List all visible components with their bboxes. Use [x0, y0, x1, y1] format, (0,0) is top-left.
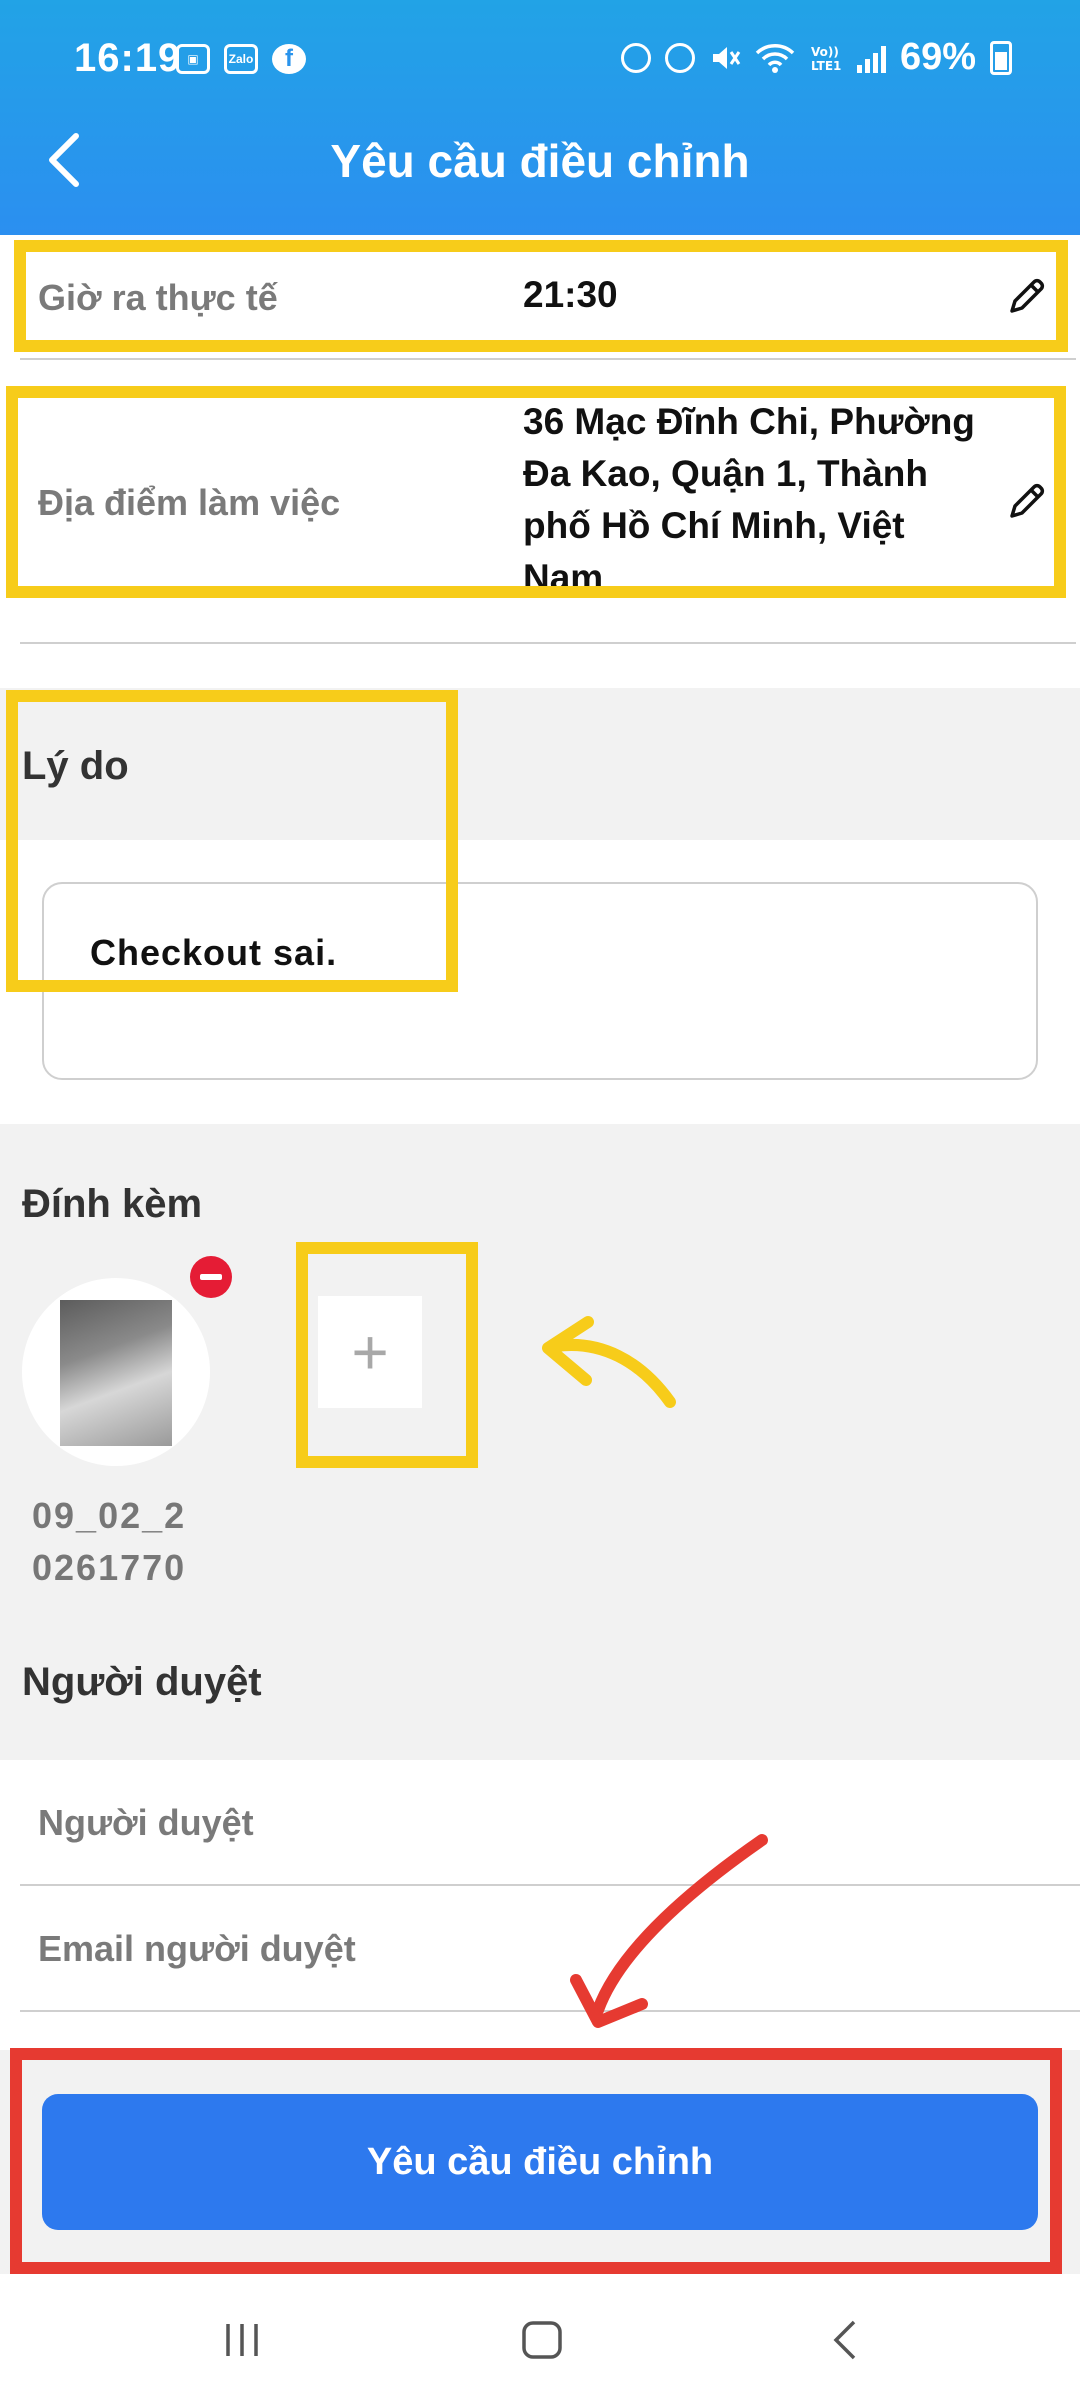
status-time: 16:19 [74, 36, 182, 80]
facebook-icon: f [272, 44, 306, 74]
system-nav-bar [0, 2274, 1080, 2400]
battery-icon [990, 40, 1012, 75]
zalo-label: Zalo [228, 52, 254, 66]
status-bar: 16:19 ▣ Zalo f Vo)) LTE1 69% [0, 0, 1080, 120]
attachment-thumbnail[interactable] [22, 1278, 210, 1466]
recents-icon[interactable] [212, 2310, 272, 2370]
remove-attachment-icon[interactable] [190, 1256, 232, 1298]
gallery-icon: ▣ [176, 44, 210, 74]
attachment-file-name: 09_02_2 0261770 [32, 1490, 232, 1594]
attachment-file-name-line-2: 0261770 [32, 1547, 187, 1588]
svg-text:LTE1: LTE1 [811, 59, 841, 73]
volte-icon: Vo))LTE1 [811, 45, 841, 73]
highlight-submit-button [10, 2048, 1062, 2274]
signal-icon [856, 43, 886, 73]
zalo-icon: Zalo [224, 44, 258, 74]
back-icon[interactable] [816, 2310, 876, 2370]
attachment-image [60, 1300, 172, 1446]
highlight-add-attachment [296, 1242, 478, 1468]
approver-row[interactable]: Người duyệt [20, 1760, 1080, 1886]
page-title: Yêu cầu điều chỉnh [330, 135, 750, 187]
mute-icon [712, 46, 741, 69]
app-header: 16:19 ▣ Zalo f Vo)) LTE1 69% Yêu cầu điều… [0, 0, 1080, 235]
home-icon[interactable] [512, 2310, 572, 2370]
sync-icon [620, 42, 651, 73]
approver-title: Người duyệt [22, 1660, 262, 1704]
battery-percent: 69% [899, 36, 976, 78]
attachments-title: Đính kèm [22, 1182, 203, 1226]
wifi-icon [755, 43, 795, 73]
approver-email-label: Email người duyệt [38, 1928, 356, 1969]
status-left-icons: ▣ Zalo f [176, 44, 306, 74]
highlight-checkout-time [14, 240, 1068, 352]
approver-label: Người duyệt [38, 1802, 254, 1843]
highlight-work-location [6, 386, 1066, 598]
highlight-reason [6, 690, 458, 992]
status-right-icons: Vo)) LTE1 69% [620, 36, 1012, 79]
alarm-icon [664, 42, 695, 73]
approver-email-row[interactable]: Email người duyệt [20, 1886, 1080, 2012]
facebook-label: f [285, 45, 293, 72]
attachment-file-name-line-1: 09_02_2 [32, 1495, 187, 1536]
svg-text:Vo)): Vo)) [811, 45, 839, 59]
